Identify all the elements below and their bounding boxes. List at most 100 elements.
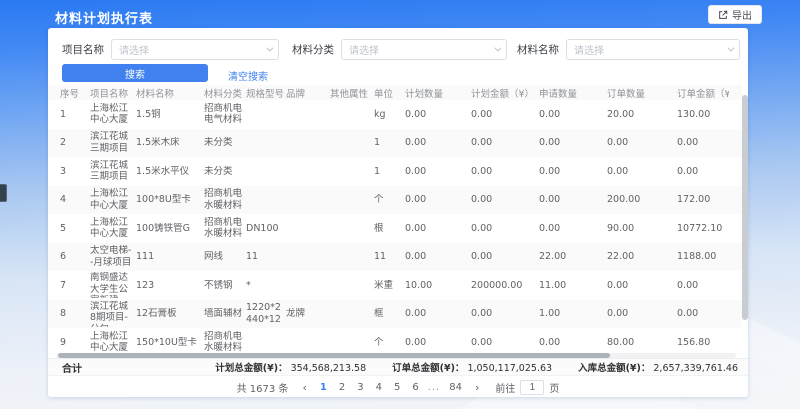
table-cell: 0.00 (539, 223, 607, 235)
table-cell: 0.00 (405, 223, 471, 235)
page-number-84[interactable]: 84 (446, 382, 465, 393)
page-number-4[interactable]: 4 (373, 382, 385, 393)
table-cell: 0.00 (471, 194, 539, 206)
table-cell: 1.5铜 (136, 109, 204, 121)
table-cell: 上海松江中心大厦 (90, 188, 136, 211)
goto-unit: 页 (549, 380, 559, 395)
column-header: 计划金额（¥） (471, 85, 539, 100)
chevron-down-icon (727, 44, 734, 51)
table-cell: 9 (48, 337, 90, 349)
table-cell: 0.00 (405, 308, 471, 320)
column-header: 材料名称 (136, 85, 204, 100)
table-header: 序号项目名称材料名称材料分类规格型号品牌其他属性单位计划数量计划金额（¥）申请数… (48, 85, 742, 100)
select-placeholder: 请选择 (574, 42, 604, 57)
table-cell: 20.00 (607, 109, 677, 121)
next-page-icon[interactable]: › (473, 381, 481, 394)
table-cell: 1.5米水平仪 (136, 166, 204, 178)
summary-total-item: 订单总金额(¥)： 1,050,117,025.63 (392, 360, 552, 374)
table-cell: 0.00 (677, 280, 729, 292)
page-number-2[interactable]: 2 (336, 382, 348, 393)
project-name-select[interactable]: 请选择 (111, 39, 279, 60)
table-cell: 1220*2440*12 (246, 302, 286, 325)
table-cell: 1.5米木床 (136, 137, 204, 149)
pagination-total: 共 1673 条 (237, 380, 289, 395)
goto-page-input[interactable] (520, 380, 544, 395)
pagination-bar: 共 1673 条 ‹ 123456...84 › 前往 页 (48, 378, 748, 396)
table-cell: 0.00 (405, 137, 471, 149)
table-cell: 111 (136, 251, 204, 263)
table-cell: 不锈钢 (204, 280, 246, 292)
table-cell: 上海松江中心大厦 (90, 103, 136, 126)
table-cell: 8 (48, 308, 90, 320)
table-cell: 0.00 (677, 137, 729, 149)
summary-row: 合计 计划总金额(¥)： 354,568,213.58订单总金额(¥)： 1,0… (48, 358, 748, 376)
table-cell: 100铸铁管G (136, 223, 204, 235)
table-row: 2滨江花城三期项目1.5米木床未分类10.000.000.000.000.00 (48, 129, 742, 158)
column-header: 序号 (48, 85, 90, 100)
table-cell: 0.00 (471, 109, 539, 121)
table-cell: 上海松江中心大厦 (90, 217, 136, 240)
material-name-select[interactable]: 请选择 (566, 39, 740, 60)
material-category-select[interactable]: 请选择 (341, 39, 507, 60)
table-cell: 0.00 (405, 109, 471, 121)
clear-search-link[interactable]: 清空搜索 (228, 68, 268, 83)
prev-page-icon[interactable]: ‹ (300, 381, 308, 394)
table-cell: 个 (374, 194, 405, 206)
table-cell: 米重 (374, 280, 405, 292)
table-cell: 10772.10 (677, 223, 729, 235)
table-cell: 上海松江中心大厦 (90, 331, 136, 354)
table-cell: 太空电梯--月球项目 (90, 245, 136, 268)
goto-label: 前往 (495, 380, 515, 395)
search-button[interactable]: 搜索 (62, 64, 208, 82)
table-body: 1上海松江中心大厦1.5铜招商机电 电气材料kg0.000.000.0020.0… (48, 100, 742, 357)
table-cell: 招商机电 水暖材料 (204, 331, 246, 354)
table-cell: 11.00 (539, 280, 607, 292)
page-number-6[interactable]: 6 (409, 382, 421, 393)
table-row: 4上海松江中心大厦100*8U型卡招商机电 水暖材料个0.000.000.002… (48, 186, 742, 215)
table-cell: 0.00 (471, 166, 539, 178)
table-cell: 龙牌 (286, 308, 330, 320)
table-cell: 1 (374, 166, 405, 178)
drawer-handle[interactable] (0, 184, 7, 202)
column-header: 品牌 (286, 85, 330, 100)
table-cell: 11 (246, 251, 286, 263)
filter-label: 材料名称 (517, 42, 559, 57)
chevron-down-icon (494, 44, 501, 51)
vertical-scrollbar-thumb[interactable] (742, 95, 748, 320)
page-number-5[interactable]: 5 (391, 382, 403, 393)
column-header: 其他属性 (330, 85, 374, 100)
page-number-1[interactable]: 1 (317, 382, 330, 393)
table-cell: 0.00 (471, 137, 539, 149)
summary-total-item: 入库总金额(¥)： 2,657,339,761.46 (578, 360, 738, 374)
table-cell: 0.00 (677, 166, 729, 178)
page-numbers: 123456...84 (317, 382, 465, 393)
table-cell: 0.00 (405, 337, 471, 349)
column-header: 规格型号 (246, 85, 286, 100)
page-number-3[interactable]: 3 (354, 382, 366, 393)
table-cell: 滨江花城8期项目-分包 (90, 301, 136, 327)
table-cell: 招商机电 水暖材料 (204, 217, 246, 240)
table-row: 8滨江花城8期项目-分包12石膏板墙面辅材1220*2440*12龙牌框0.00… (48, 300, 742, 329)
table-cell: 1188.00 (677, 251, 729, 263)
summary-totals: 计划总金额(¥)： 354,568,213.58订单总金额(¥)： 1,050,… (215, 360, 738, 374)
table-cell: 0.00 (539, 166, 607, 178)
export-icon (718, 10, 728, 20)
table-cell: 22.00 (539, 251, 607, 263)
column-header: 订单金额（¥） (677, 85, 729, 100)
table-cell: 12石膏板 (136, 308, 204, 320)
filter-material-name: 材料名称 请选择 (517, 38, 740, 60)
table-cell: DN100 (246, 223, 286, 235)
table-cell: 0.00 (471, 337, 539, 349)
vertical-scrollbar[interactable] (742, 85, 748, 357)
table-row: 7南钢盛达大学生公寓新建123不锈钢*米重10.00200000.0011.00… (48, 271, 742, 300)
export-label: 导出 (732, 7, 752, 22)
goto-page: 前往 页 (495, 380, 559, 395)
table-cell: 0.00 (539, 137, 607, 149)
table-cell: 156.80 (677, 337, 729, 349)
table-cell: 0.00 (677, 308, 729, 320)
table-cell: kg (374, 109, 405, 121)
table-cell: 招商机电 电气材料 (204, 103, 246, 126)
export-button[interactable]: 导出 (708, 5, 762, 24)
column-header: 计划数量 (405, 85, 471, 100)
table-cell: 0.00 (607, 308, 677, 320)
